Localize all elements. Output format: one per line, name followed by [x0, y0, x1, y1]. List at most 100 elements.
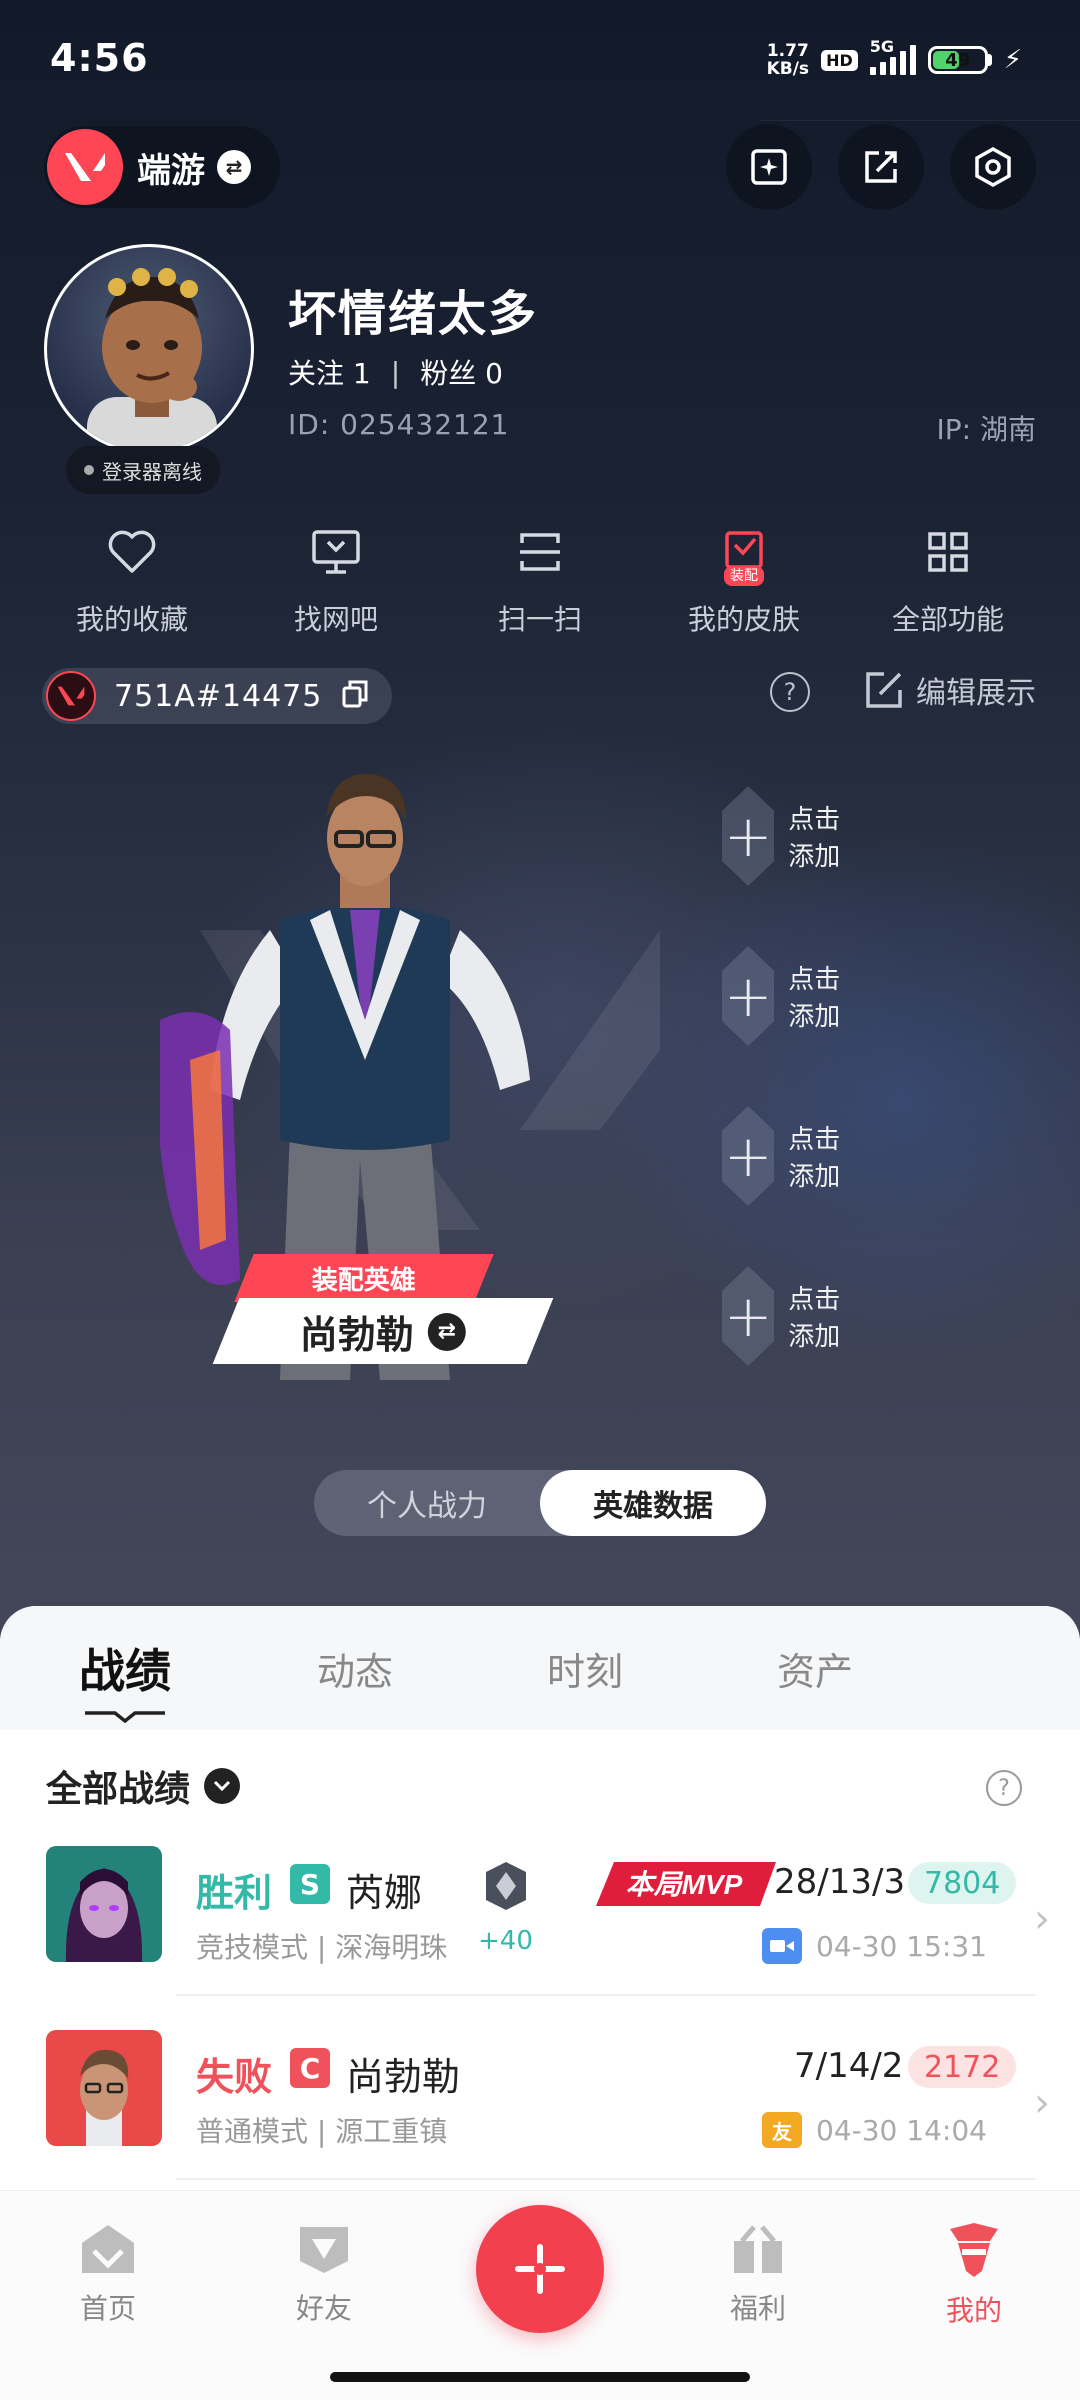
grade-badge: C [290, 2048, 330, 2088]
monitor-icon [304, 520, 368, 584]
ip-location: IP: 湖南 [936, 413, 1036, 446]
match-result: 失败 [196, 2055, 273, 2099]
add-slot[interactable]: + 点击添加 [722, 1266, 850, 1366]
agent-name: 尚勃勒 [299, 1312, 414, 1357]
tab-moments[interactable]: 时刻 [470, 1641, 700, 1696]
match-mode: 普通模式 | 源工重镇 [196, 2115, 448, 2148]
tab-records[interactable]: 战绩 [10, 1635, 240, 1723]
battery-icon: 49 [927, 46, 992, 74]
match-row[interactable]: 失败 C 尚勃勒 普通模式 | 源工重镇 7/14/2 2172 友 04-30… [0, 2030, 1080, 2210]
stats-segment-control: 个人战力 英雄数据 [314, 1470, 766, 1536]
match-score: 2172 [908, 2046, 1017, 2088]
battery-level: 49 [945, 49, 971, 71]
home-icon [82, 2225, 134, 2273]
riot-id: 751A#14475 [114, 678, 323, 714]
quick-item-all-features[interactable]: 全部功能 [846, 520, 1050, 638]
match-time: 04-30 14:04 [816, 2113, 987, 2147]
tab-assets[interactable]: 资产 [700, 1641, 930, 1696]
agent-thumbnail [46, 2030, 162, 2146]
add-slot[interactable]: + 点击添加 [722, 946, 850, 1046]
rank-delta: +40 [478, 1926, 533, 1956]
status-bar: 4:56 1.77 KB/s HD 5G 49 ⚡ [0, 0, 1080, 120]
add-slot[interactable]: + 点击添加 [722, 1106, 850, 1206]
status-indicators: 1.77 KB/s HD 5G 49 ⚡ [766, 37, 1022, 79]
add-slot[interactable]: + 点击添加 [722, 786, 850, 886]
status-time: 4:56 [50, 36, 149, 80]
share-icon [865, 151, 897, 183]
chevron-right-icon: › [1034, 1896, 1050, 1942]
game-switch-button[interactable]: 端游 ⇄ [44, 126, 280, 208]
riot-id-pill: 751A#14475 [42, 668, 393, 724]
segment-personal-power[interactable]: 个人战力 [314, 1470, 540, 1536]
share-button[interactable] [838, 124, 924, 210]
edit-display-button[interactable]: 编辑展示 [864, 668, 1036, 712]
copy-icon[interactable] [340, 678, 370, 714]
skin-icon: 装配 [712, 520, 776, 586]
nav-home[interactable]: 首页 [28, 2221, 188, 2327]
fans-count[interactable]: 粉丝 0 [420, 352, 503, 392]
mvp-text: 本局MVP [626, 1869, 743, 1900]
launcher-status-badge: 登录器离线 [66, 446, 220, 494]
quick-item-scan[interactable]: 扫一扫 [438, 520, 642, 638]
follow-stats: 关注 1 | 粉丝 0 [288, 352, 503, 392]
net-speed: 1.77 KB/s [766, 41, 810, 79]
heart-icon [100, 520, 164, 584]
quick-menu: 我的收藏 找网吧 扫一扫 装配 我的皮肤 全部功能 [30, 520, 1050, 638]
agent-name-button[interactable]: 尚勃勒 ⇄ [212, 1298, 554, 1364]
profile-icon [950, 2223, 998, 2277]
edit-icon [866, 672, 902, 708]
segment-agent-data[interactable]: 英雄数据 [540, 1470, 766, 1536]
records-filter[interactable]: 全部战绩 [46, 1760, 241, 1812]
plus-icon: + [722, 1106, 775, 1206]
nav-me[interactable]: 我的 [894, 2221, 1054, 2329]
home-indicator [330, 2372, 750, 2382]
tab-activity[interactable]: 动态 [240, 1641, 470, 1696]
match-row[interactable]: 胜利 S 芮娜 竞技模式 | 深海明珠 +40 本局MVP 28/13/3 78… [0, 1846, 1080, 2026]
avatar[interactable] [44, 244, 254, 454]
plus-icon: + [722, 786, 775, 886]
create-post-button[interactable] [476, 2205, 604, 2333]
match-kda: 7/14/2 [794, 2046, 904, 2086]
divider [176, 1994, 1036, 1996]
sparkle-card-icon [751, 149, 787, 185]
match-time: 04-30 15:31 [816, 1929, 987, 1963]
quick-item-skins[interactable]: 装配 我的皮肤 [642, 520, 846, 638]
match-time-line: 04-30 15:31 [762, 1928, 987, 1964]
match-score: 7804 [908, 1862, 1017, 1904]
quick-item-favorites[interactable]: 我的收藏 [30, 520, 234, 638]
game-name: 端游 [137, 150, 205, 191]
help-icon[interactable]: ? [770, 672, 810, 712]
match-time-line: 友 04-30 14:04 [762, 2112, 987, 2148]
friend-icon: 友 [762, 2112, 802, 2148]
chevron-down-icon [204, 1768, 241, 1804]
bottom-nav: 首页 好友 福利 我的 [0, 2190, 1080, 2400]
settings-button[interactable] [950, 124, 1036, 210]
network-type: 5G [869, 37, 894, 56]
valorant-logo-icon [47, 129, 123, 205]
hd-badge: HD [821, 49, 858, 71]
grid-icon [916, 520, 980, 584]
mvp-badge: 本局MVP [596, 1862, 776, 1906]
gift-icon [734, 2225, 782, 2273]
sparkle-card-button[interactable] [726, 124, 812, 210]
equipped-agent-tag: 装配英雄 [234, 1254, 494, 1302]
nickname: 坏情绪太多 [288, 286, 539, 342]
switch-icon: ⇄ [217, 150, 251, 184]
chevron-right-icon: › [1034, 2080, 1050, 2126]
match-kda: 28/13/3 [774, 1862, 906, 1902]
quick-item-find-cafe[interactable]: 找网吧 [234, 520, 438, 638]
match-mode: 竞技模式 | 深海明珠 [196, 1931, 448, 1964]
help-icon[interactable]: ? [986, 1770, 1022, 1806]
settings-icon [975, 146, 1011, 188]
match-agent-name: 尚勃勒 [346, 2055, 461, 2099]
following-count[interactable]: 关注 1 [288, 352, 371, 392]
grade-badge: S [290, 1864, 330, 1904]
rank-icon [486, 1862, 526, 1910]
profile-tabs: 战绩 动态 时刻 资产 [0, 1606, 1080, 1730]
video-icon [762, 1928, 802, 1964]
nav-welfare[interactable]: 福利 [678, 2221, 838, 2327]
plus-icon: + [722, 946, 775, 1046]
charging-icon: ⚡ [1003, 45, 1022, 75]
nav-friends[interactable]: 好友 [244, 2221, 404, 2327]
match-agent-name: 芮娜 [346, 1871, 423, 1915]
